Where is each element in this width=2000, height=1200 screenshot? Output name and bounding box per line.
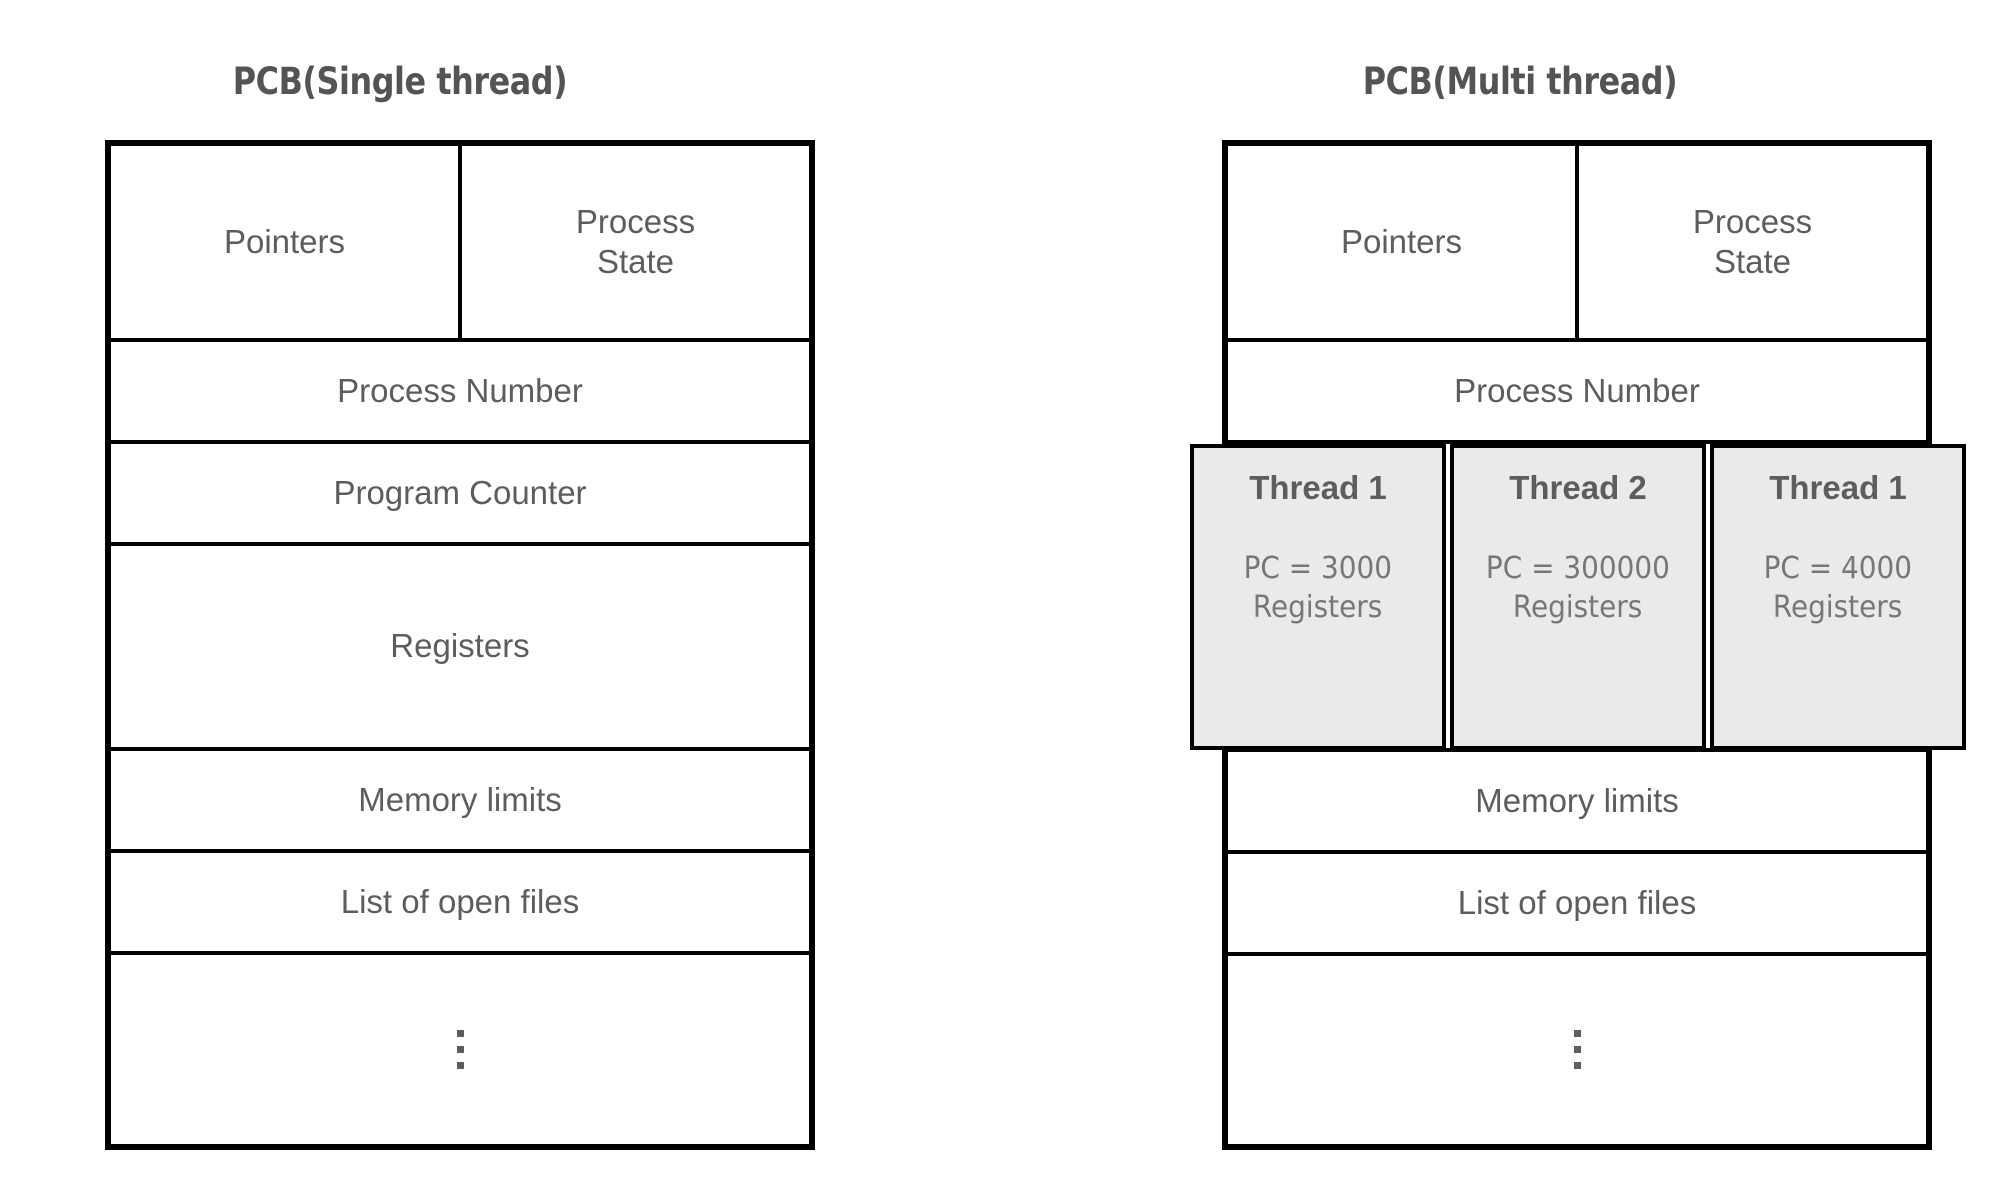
left-panel-title: PCB(Single thread) [232,60,568,103]
right-panel-title: PCB(Multi thread) [1362,60,1678,103]
pcb-row-list-of-open-files: List of open files [111,853,809,955]
thread-3-pc: PC = 4000 [1763,551,1913,587]
pcb-row-ellipsis [111,955,809,1144]
cell-process-state: Process State [575,202,696,280]
cell-pointers: Pointers [111,146,462,338]
pcb-row-list-of-open-files-multi: List of open files [1228,854,1926,956]
thread-1-pc: PC = 3000 [1243,551,1393,587]
vertical-ellipsis-icon-multi [1573,1029,1581,1069]
thread-boxes-strip: Thread 1 PC = 3000 Registers Thread 2 PC… [1190,444,1966,750]
thread-box-2[interactable]: Thread 2 PC = 300000 Registers [1450,444,1706,750]
thread-box-1[interactable]: Thread 1 PC = 3000 Registers [1190,444,1446,750]
pcb-row-pointers-state: Pointers Process State [111,146,809,342]
pcb-row-process-number: Process Number [111,342,809,444]
pcb-row-process-number-multi: Process Number [1228,342,1926,444]
pcb-row-memory-limits-multi: Memory limits [1228,752,1926,854]
thread-3-registers: Registers [1773,589,1903,625]
pcb-single-thread-table: Pointers Process State Process Number Pro… [105,140,815,1150]
pcb-row-program-counter: Program Counter [111,444,809,546]
pcb-row-ellipsis-multi [1228,956,1926,1142]
thread-2-title: Thread 2 [1509,469,1647,506]
cell-process-state-multi: Process State [1692,202,1813,280]
vertical-ellipsis-icon [456,1030,464,1069]
thread-1-title: Thread 1 [1249,469,1387,506]
thread-box-3[interactable]: Thread 1 PC = 4000 Registers [1710,444,1966,750]
pcb-row-registers: Registers [111,546,809,751]
thread-1-registers: Registers [1253,589,1383,625]
thread-2-pc: PC = 300000 [1486,551,1670,587]
thread-2-registers: Registers [1513,589,1643,625]
cell-pointers-multi: Pointers [1228,146,1579,338]
pcb-row-pointers-state-multi: Pointers Process State [1228,146,1926,342]
pcb-row-memory-limits: Memory limits [111,751,809,853]
thread-3-title: Thread 1 [1769,469,1907,506]
